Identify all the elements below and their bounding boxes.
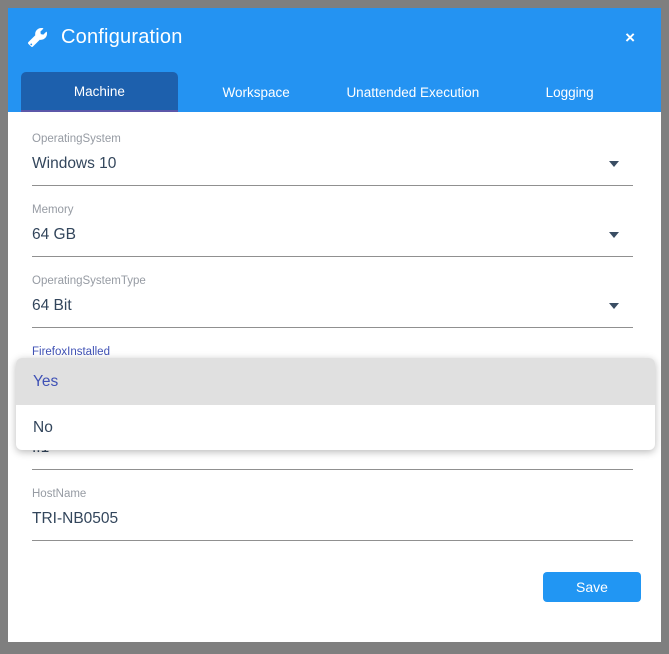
field-label: Memory <box>32 202 633 218</box>
field-memory: Memory 64 GB <box>32 202 633 257</box>
dropdown-option-no[interactable]: No <box>16 405 655 450</box>
operating-system-dropdown[interactable]: Windows 10 <box>32 147 633 186</box>
field-value: Windows 10 <box>32 153 116 175</box>
wrench-icon <box>28 28 47 47</box>
field-operating-system: OperatingSystem Windows 10 <box>32 131 633 186</box>
chevron-down-icon <box>609 232 619 238</box>
field-value: 64 Bit <box>32 295 72 317</box>
field-host-name: HostName TRI-NB0505 <box>32 486 633 541</box>
field-value: TRI-NB0505 <box>32 508 118 530</box>
field-operating-system-type: OperatingSystemType 64 Bit <box>32 273 633 328</box>
field-value: 64 GB <box>32 224 76 246</box>
dropdown-option-yes[interactable]: Yes <box>16 358 655 405</box>
field-label: OperatingSystemType <box>32 273 633 289</box>
chevron-down-icon <box>609 161 619 167</box>
save-button[interactable]: Save <box>543 572 641 602</box>
memory-dropdown[interactable]: 64 GB <box>32 218 633 257</box>
close-icon[interactable]: × <box>619 25 641 50</box>
tab-logging[interactable]: Logging <box>491 72 648 112</box>
operating-system-type-dropdown[interactable]: 64 Bit <box>32 289 633 328</box>
configuration-dialog: Configuration × Machine Workspace Unatte… <box>8 8 661 642</box>
field-label: HostName <box>32 486 633 502</box>
tab-unattended-execution[interactable]: Unattended Execution <box>335 72 492 112</box>
tab-machine[interactable]: Machine <box>21 72 178 112</box>
field-label: OperatingSystem <box>32 131 633 147</box>
dialog-header: Configuration × <box>8 8 661 66</box>
firefox-installed-dropdown-panel: Yes No <box>16 358 655 450</box>
dialog-title: Configuration <box>61 26 183 49</box>
host-name-input[interactable]: TRI-NB0505 <box>32 502 633 541</box>
tab-workspace[interactable]: Workspace <box>178 72 335 112</box>
tab-bar: Machine Workspace Unattended Execution L… <box>8 66 661 112</box>
chevron-down-icon <box>609 303 619 309</box>
